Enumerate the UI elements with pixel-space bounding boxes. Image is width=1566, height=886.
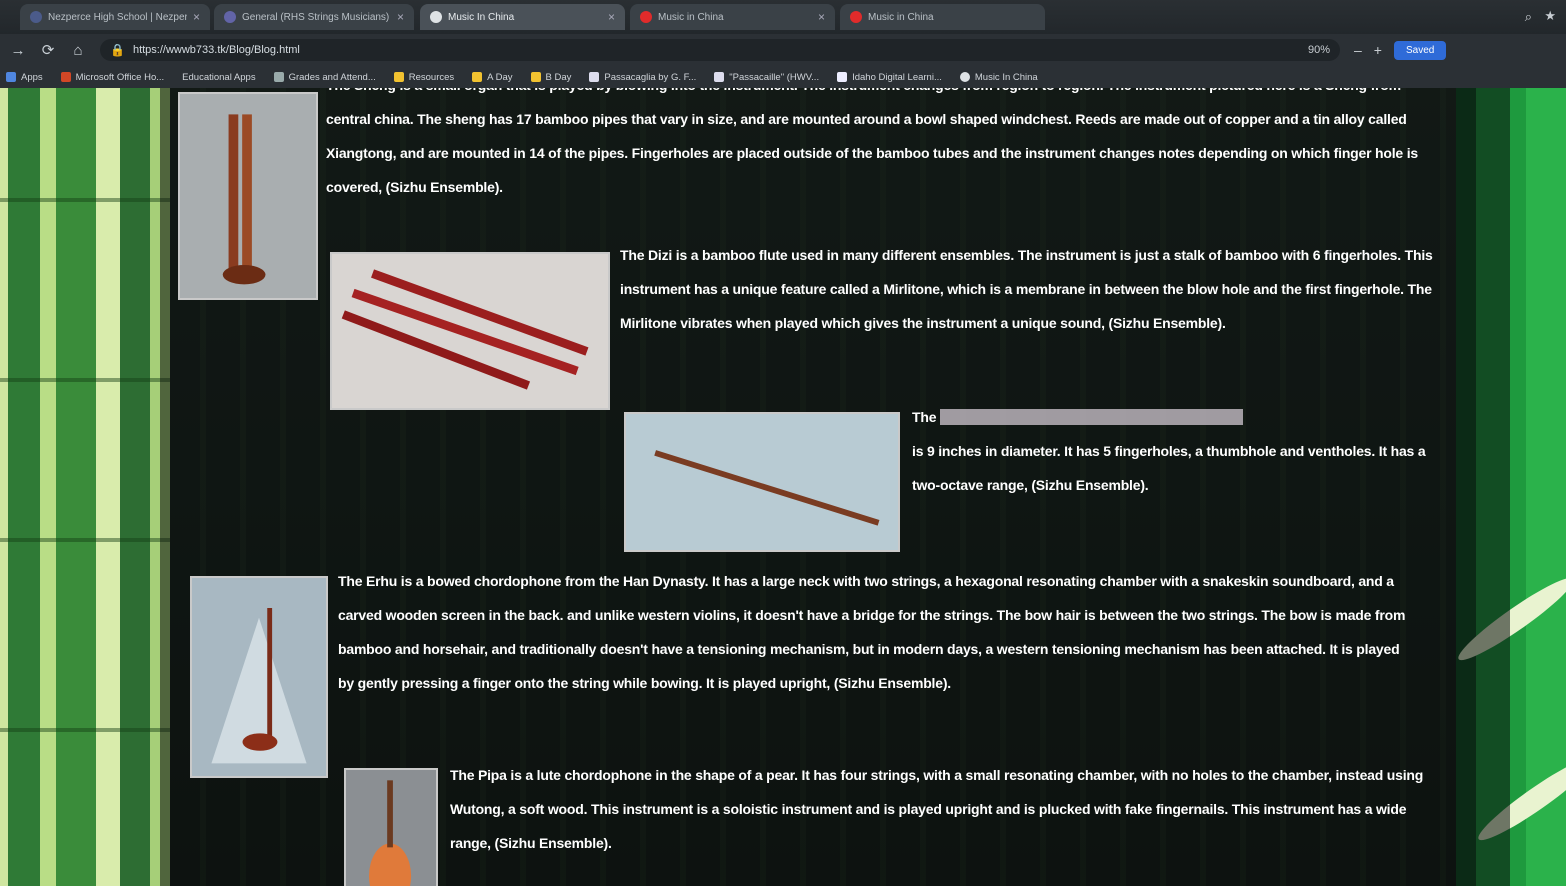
tab-teams[interactable]: General (RHS Strings Musicians) × <box>214 4 414 30</box>
bookmark-passacaille[interactable]: "Passacaille" (HWV... <box>714 72 819 83</box>
home-icon[interactable]: ⌂ <box>70 42 86 59</box>
bookmark-label: Microsoft Office Ho... <box>75 71 165 83</box>
bookmark-label: Resources <box>408 71 455 83</box>
bookmark-idaho[interactable]: Idaho Digital Learni... <box>837 72 942 83</box>
zoom-out-icon[interactable]: – <box>1354 42 1362 58</box>
xiao-photo <box>624 412 900 552</box>
tab-label: General (RHS Strings Musicians) <box>242 11 390 23</box>
sync-button[interactable]: Saved <box>1393 40 1447 60</box>
close-icon[interactable]: × <box>193 10 200 24</box>
bookmark-grades[interactable]: Grades and Attend... <box>273 71 376 83</box>
close-icon[interactable]: × <box>608 10 615 24</box>
close-icon[interactable]: × <box>818 10 825 24</box>
bookmark-label: Music In China <box>974 71 1038 83</box>
youtube-icon <box>640 11 652 23</box>
page-icon <box>837 72 848 82</box>
bookmark-label: Apps <box>21 71 43 83</box>
selected-text-highlight[interactable] <box>940 409 1244 425</box>
tab-label: Music In China <box>448 11 515 23</box>
tab-nezperce[interactable]: Nezperce High School | Nezperce × <box>20 4 210 30</box>
url-text: https://wwwb733.tk/Blog/Blog.html <box>132 44 300 56</box>
teams-favicon-icon <box>224 11 236 23</box>
bookmark-office[interactable]: Microsoft Office Ho... <box>60 71 165 83</box>
bookmark-apps[interactable]: Apps <box>6 72 43 83</box>
bookmark-music-in-china[interactable]: Music In China <box>959 71 1038 83</box>
globe-icon <box>430 11 442 23</box>
bookmark-label: A Day <box>487 71 513 83</box>
zoom-in-icon[interactable]: + <box>1374 42 1382 58</box>
sheng-description: The Sheng is a small organ that is playe… <box>326 88 1418 195</box>
close-icon[interactable]: × <box>397 10 404 24</box>
bookmark-label: B Day <box>545 71 572 83</box>
page-icon <box>589 72 600 82</box>
bookmark-passacaglia[interactable]: Passacaglia by G. F... <box>589 72 696 83</box>
bookmark-label: Grades and Attend... <box>288 71 376 83</box>
bookmark-label: Educational Apps <box>182 71 256 83</box>
tab-youtube-2[interactable]: Music in China <box>840 4 1045 30</box>
xiao-text-start: The <box>912 409 937 425</box>
bookmark-a-day[interactable]: A Day <box>472 71 513 83</box>
bookmark-label: Passacaglia by G. F... <box>604 71 697 83</box>
bookmark-label: Idaho Digital Learni... <box>852 71 942 83</box>
forward-arrow-icon[interactable]: → <box>10 42 26 59</box>
bamboo-background-left <box>0 88 170 886</box>
xiao-text-end: is 9 inches in diameter. It has 5 finger… <box>912 443 1426 493</box>
pipa-photo <box>344 768 438 886</box>
star-icon[interactable]: ★ <box>1544 8 1556 24</box>
article-content: The Sheng is a small organ that is playe… <box>160 88 1510 886</box>
folder-icon <box>472 72 483 82</box>
bookmarks-bar: Apps Microsoft Office Ho... Educational … <box>0 66 1566 88</box>
browser-toolbar: → ⟳ ⌂ 🔒 https://wwwb733.tk/Blog/Blog.htm… <box>0 34 1566 66</box>
apps-grid-icon <box>6 72 16 82</box>
xiao-description: The is 9 inches in diameter. It has 5 fi… <box>912 400 1442 502</box>
tab-label: Music in China <box>868 11 934 23</box>
youtube-icon <box>850 11 862 23</box>
dizi-description: The Dizi is a bamboo flute used in many … <box>620 247 1433 331</box>
folder-icon <box>530 72 541 82</box>
folder-icon <box>393 72 404 82</box>
tab-label: Nezperce High School | Nezperce <box>48 11 187 23</box>
search-tabs-icon[interactable]: ⌕ <box>1525 9 1532 25</box>
zoom-level[interactable]: 90% <box>1308 44 1330 56</box>
bookmark-educational-apps[interactable]: Educational Apps <box>182 72 255 83</box>
play-icon <box>273 72 284 82</box>
dizi-photo <box>330 252 610 410</box>
office-icon <box>60 72 71 82</box>
school-favicon-icon <box>30 11 42 23</box>
reload-icon[interactable]: ⟳ <box>40 41 56 59</box>
globe-icon <box>959 72 970 82</box>
address-bar[interactable]: 🔒 https://wwwb733.tk/Blog/Blog.html 90% <box>100 39 1340 61</box>
bookmark-label: "Passacaille" (HWV... <box>729 71 820 83</box>
sheng-photo <box>178 92 318 300</box>
toolbar-actions: – + Saved <box>1354 40 1447 60</box>
erhu-description: The Erhu is a bowed chordophone from the… <box>338 573 1406 691</box>
bookmark-resources[interactable]: Resources <box>393 71 455 83</box>
tab-music-in-china[interactable]: Music In China × <box>420 4 625 30</box>
web-page: The Sheng is a small organ that is playe… <box>0 88 1566 886</box>
tab-youtube-1[interactable]: Music in China × <box>630 4 835 30</box>
tab-label: Music in China <box>658 11 724 23</box>
tab-strip: Nezperce High School | Nezperce × Genera… <box>0 0 1566 34</box>
page-icon <box>714 72 725 82</box>
lock-icon: 🔒 <box>110 43 125 57</box>
pipa-description: The Pipa is a lute chordophone in the sh… <box>450 767 1424 851</box>
erhu-photo <box>190 576 328 778</box>
bookmark-b-day[interactable]: B Day <box>530 71 572 83</box>
